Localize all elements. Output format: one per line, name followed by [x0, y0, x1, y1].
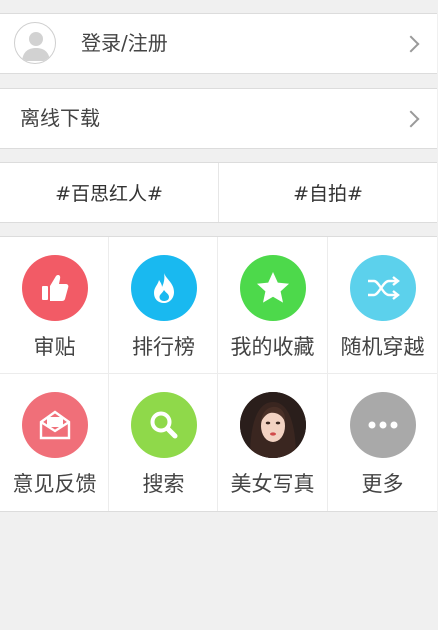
grid-item-label: 美女写真	[230, 472, 315, 496]
hashtag-row: #百思红人# #自拍#	[0, 162, 437, 223]
hashtag-label: #百思红人#	[55, 183, 163, 205]
flame-icon	[130, 255, 197, 321]
shuffle-icon	[349, 255, 416, 321]
grid-item-leaderboard[interactable]: 排行榜	[109, 237, 218, 374]
grid-item-random-travel[interactable]: 随机穿越	[328, 237, 437, 374]
offline-download-label: 离线下载	[20, 106, 100, 130]
search-icon	[130, 392, 197, 458]
grid-item-more[interactable]: 更多	[328, 374, 437, 511]
grid-item-label: 搜索	[142, 472, 185, 496]
grid-item-search[interactable]: 搜索	[109, 374, 218, 511]
hashtag-button[interactable]: #百思红人#	[0, 163, 218, 222]
chevron-right-icon	[402, 110, 420, 128]
grid-item-label: 更多	[361, 472, 404, 496]
grid-item-review-posts[interactable]: 审贴	[0, 237, 109, 374]
login-register-row[interactable]: 登录/注册	[0, 13, 437, 74]
grid-item-label: 随机穿越	[340, 335, 425, 359]
portrait-photo	[239, 392, 306, 458]
grid-item-label: 我的收藏	[230, 335, 315, 359]
login-register-label: 登录/注册	[81, 31, 168, 55]
grid-item-label: 审贴	[33, 335, 76, 359]
grid-item-label: 排行榜	[132, 335, 195, 359]
hashtag-label: #自拍#	[293, 183, 363, 205]
grid-item-favorites[interactable]: 我的收藏	[218, 237, 327, 374]
envelope-icon	[21, 392, 88, 458]
grid-item-feedback[interactable]: 意见反馈	[0, 374, 109, 511]
default-avatar-icon	[14, 22, 56, 64]
grid-item-label: 意见反馈	[12, 472, 97, 496]
offline-download-row[interactable]: 离线下载	[0, 88, 437, 149]
feature-grid: 审贴 排行榜 我的收藏 随机穿越 意见反馈 搜索 美女写真 更多	[0, 236, 437, 512]
chevron-right-icon	[402, 35, 420, 53]
grid-item-beauty-photos[interactable]: 美女写真	[218, 374, 327, 511]
hashtag-button[interactable]: #自拍#	[219, 163, 437, 222]
star-icon	[239, 255, 306, 321]
thumbs-up-icon	[21, 255, 88, 321]
more-dots-icon	[349, 392, 416, 458]
